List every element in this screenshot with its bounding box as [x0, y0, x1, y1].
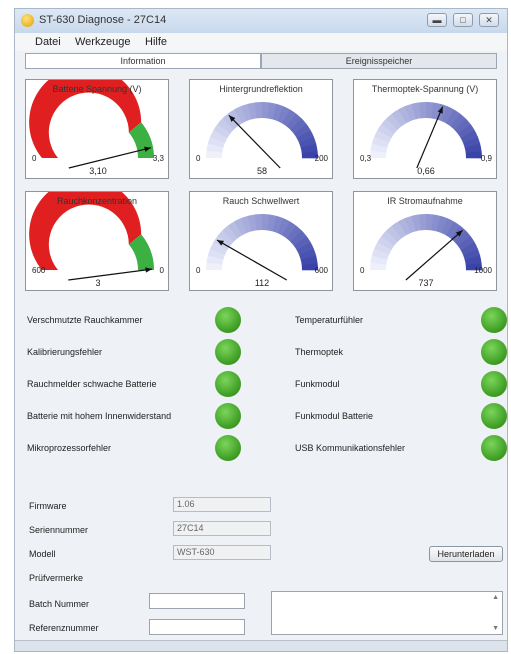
gauge-min-label: 0 — [360, 266, 365, 275]
tab-information[interactable]: Information — [25, 53, 261, 69]
gauge-min-label: 0 — [196, 266, 201, 275]
gauge-dial — [370, 214, 482, 281]
scroll-down-icon[interactable]: ▼ — [492, 625, 499, 632]
gauge: IR Stromaufnahme 0 1000 737 — [353, 191, 497, 291]
window-title: ST-630 Diagnose - 27C14 — [39, 14, 167, 26]
status-led-icon — [215, 435, 241, 461]
status-label: Thermoptek — [295, 347, 344, 357]
status-led-icon — [481, 307, 507, 333]
status-label: Mikroprozessorfehler — [27, 443, 112, 453]
status-bar — [15, 640, 507, 651]
minimize-button[interactable]: ▬ — [427, 13, 447, 27]
status-led-icon — [215, 307, 241, 333]
status-label: Funkmodul Batterie — [295, 411, 374, 421]
status-label: Batterie mit hohem Innenwiderstand — [27, 411, 172, 421]
status-led-icon — [215, 403, 241, 429]
status-label: Verschmutzte Rauchkammer — [27, 315, 143, 325]
gauge-title: Rauchkonzentration — [56, 196, 138, 206]
close-icon: ✕ — [485, 15, 493, 25]
gauge-title: IR Stromaufnahme — [387, 196, 463, 206]
gauge-max-label: 3,3 — [152, 154, 164, 163]
menu-werkzeuge[interactable]: Werkzeuge — [75, 36, 130, 48]
status-label: Temperaturfühler — [295, 315, 364, 325]
gauge: Rauchkonzentration 600 0 3 — [25, 191, 169, 291]
batch-label: Batch Nummer — [29, 599, 90, 609]
batch-input[interactable] — [149, 593, 245, 609]
gauge-value: 58 — [256, 166, 267, 176]
menu-datei[interactable]: Datei — [35, 36, 61, 48]
ref-label: Referenznummer — [29, 623, 99, 633]
gauge-dial — [206, 102, 318, 169]
gauge-needle — [228, 114, 281, 169]
gauge-max-label: 0,9 — [480, 154, 492, 163]
tab-ereignisspeicher[interactable]: Ereignisspeicher — [261, 53, 497, 69]
status-led-icon — [481, 435, 507, 461]
gauge-value: 3 — [95, 278, 101, 288]
status-label: Funkmodul — [295, 379, 340, 389]
status-led-icon — [481, 403, 507, 429]
gauge-dial — [29, 192, 154, 281]
gauge-dial — [370, 102, 482, 169]
gauge-min-label: 0 — [32, 154, 37, 163]
status-label: USB Kommunikationsfehler — [295, 443, 406, 453]
gauge-needle — [405, 229, 463, 281]
gauge-value: 3,10 — [89, 166, 107, 176]
app-window: ST-630 Diagnose - 27C14 ▬ □ ✕ Datei Werk… — [14, 8, 508, 652]
status-led-icon — [215, 371, 241, 397]
gauge-value: 0,66 — [417, 166, 435, 176]
firmware-label: Firmware — [29, 501, 67, 511]
gauge-min-label: 0,3 — [360, 154, 372, 163]
model-label: Modell — [29, 549, 56, 559]
gauge-max-label: 1000 — [474, 266, 492, 275]
gauge-max-label: 600 — [314, 266, 328, 275]
close-button[interactable]: ✕ — [479, 13, 499, 27]
gauge: Hintergrundreflektion 0 200 58 — [189, 79, 333, 179]
gauge-title: Rauch Schwellwert — [222, 196, 300, 206]
gauge: Thermoptek-Spannung (V) 0,3 0,9 0,66 — [353, 79, 497, 179]
app-icon — [21, 14, 34, 27]
firmware-field: 1.06 — [173, 497, 271, 512]
gauge-title: Thermoptek-Spannung (V) — [371, 84, 479, 94]
download-button[interactable]: Herunterladen — [429, 546, 503, 562]
serial-label: Seriennummer — [29, 525, 89, 535]
maximize-button[interactable]: □ — [453, 13, 473, 27]
gauge-max-label: 200 — [314, 154, 328, 163]
status-label: Rauchmelder schwache Batterie — [27, 379, 157, 389]
title-bar: ST-630 Diagnose - 27C14 ▬ □ ✕ — [15, 9, 507, 33]
gauge-needle — [216, 239, 288, 281]
gauge-value: 737 — [418, 278, 434, 288]
model-field: WST-630 — [173, 545, 271, 560]
menu-hilfe[interactable]: Hilfe — [145, 36, 167, 48]
notes-textarea[interactable]: ▲ ▼ — [271, 591, 503, 635]
gauge: Rauch Schwellwert 0 600 112 — [189, 191, 333, 291]
gauge-min-label: 600 — [32, 266, 46, 275]
status-label: Kalibrierungsfehler — [27, 347, 103, 357]
gauge: Batterie Spannung (V) 0 3,3 3,10 — [25, 79, 169, 179]
serial-field: 27C14 — [173, 521, 271, 536]
gauge-title: Hintergrundreflektion — [219, 84, 303, 94]
status-led-icon — [481, 371, 507, 397]
gauge-dial — [29, 80, 154, 169]
status-led-icon — [481, 339, 507, 365]
gauge-min-label: 0 — [196, 154, 201, 163]
minimize-icon: ▬ — [432, 15, 442, 25]
pruef-label: Prüfvermerke — [29, 573, 84, 583]
status-led-icon — [215, 339, 241, 365]
gauge-title: Batterie Spannung (V) — [52, 84, 142, 94]
scroll-up-icon[interactable]: ▲ — [492, 594, 499, 601]
gauge-dial — [206, 214, 318, 281]
menu-bar: Datei Werkzeuge Hilfe — [15, 33, 507, 51]
maximize-icon: □ — [460, 15, 466, 25]
ref-input[interactable] — [149, 619, 245, 635]
gauge-value: 112 — [254, 278, 270, 288]
gauge-max-label: 0 — [159, 266, 164, 275]
